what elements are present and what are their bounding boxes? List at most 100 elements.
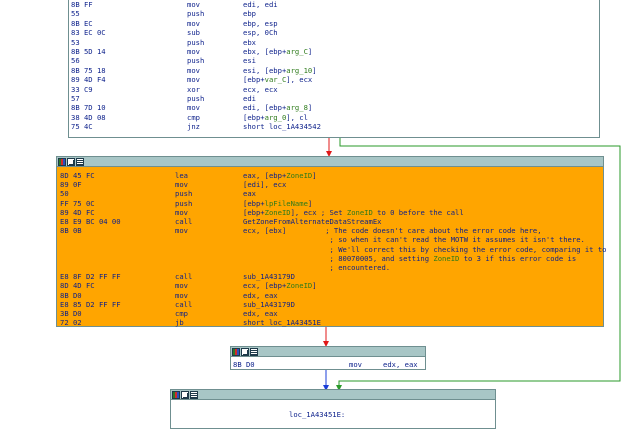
block-label[interactable]: loc_1A43451E: — [289, 410, 345, 419]
opcode-bytes: 56 — [71, 56, 80, 66]
operands: ; so when it can't read the MOTW it assu… — [243, 235, 585, 245]
instruction-row[interactable]: 89 4D FC mov [ebp+ZoneID], ecx ; Set ZoneI… — [57, 208, 603, 217]
instruction-row[interactable]: ; so when it can't read the MOTW it assu… — [57, 235, 603, 244]
instruction-row[interactable]: 8D 4D FC mov ecx, [ebp+ZoneID] — [57, 281, 603, 290]
code-block-entry[interactable]: 8B FF mov edi, edi 55 push ebp 8B EC mov ebp, es… — [68, 0, 600, 138]
instruction-row[interactable]: 8B 75 18 mov esi, [ebp+arg_10] — [69, 66, 599, 75]
opcode-bytes: 33 C9 — [71, 84, 93, 94]
node-titlebar — [171, 390, 495, 400]
instruction-row[interactable]: 75 4C jnz short loc_1A434542 — [69, 122, 599, 131]
instruction-row[interactable]: E8 E9 BC 04 00 call GetZoneFromAlternateDa… — [57, 217, 603, 226]
opcode-bytes: FF 75 0C — [60, 198, 95, 208]
list-icon[interactable] — [76, 157, 84, 166]
instruction-row[interactable]: 72 02 jb short loc_1A43451E — [57, 318, 603, 327]
mnemonic: push — [187, 56, 205, 66]
opcode-bytes: 8B EC — [71, 18, 93, 28]
list-icon[interactable] — [190, 390, 198, 399]
opcode-bytes: 8B D0 — [60, 290, 82, 300]
instruction-row[interactable]: E8 85 D2 FF FF call sub_1A43179D — [57, 300, 603, 309]
opcode-bytes: 89 4D F4 — [71, 75, 106, 85]
instruction-row[interactable]: 53 push ebx — [69, 38, 599, 47]
graph-icon[interactable] — [181, 390, 189, 399]
instruction-row[interactable]: 8B 7D 10 mov edi, [ebp+arg_8] — [69, 103, 599, 112]
list-icon[interactable] — [250, 347, 258, 356]
opcode-bytes: 8B 7D 10 — [71, 103, 106, 113]
color-icon[interactable] — [58, 157, 66, 166]
opcode-bytes: 75 4C — [71, 122, 93, 132]
instruction-row[interactable]: ; We'll correct this by checking the err… — [57, 245, 607, 254]
operands: esi, [ebp+arg_10] — [243, 65, 317, 75]
instruction-row[interactable]: 33 C9 xor ecx, ecx — [69, 85, 599, 94]
instruction-row[interactable]: 38 4D 08 cmp [ebp+arg_0], cl — [69, 113, 599, 122]
opcode-bytes: 89 4D FC — [60, 207, 95, 217]
instruction-row[interactable]: FF 75 0C push [ebp+lpFileName] — [57, 199, 603, 208]
instruction-row[interactable]: 8B D0 mov edx, eax — [231, 360, 425, 369]
opcode-bytes: 8B 5D 14 — [71, 47, 106, 56]
instruction-row[interactable]: ; encountered. — [57, 263, 603, 272]
operands: eax — [243, 189, 256, 199]
operands: sub_1A43179D — [243, 272, 295, 282]
graph-icon[interactable] — [241, 347, 249, 356]
mnemonic: call — [175, 272, 193, 282]
operands: ebp, esp — [243, 18, 278, 28]
mnemonic: mov — [187, 0, 200, 9]
opcode-bytes: 8D 4D FC — [60, 281, 95, 291]
mnemonic: mov — [187, 18, 200, 28]
operands: ; We'll correct this by checking the err… — [243, 244, 607, 254]
instruction-row[interactable]: 8B 5D 14 mov ebx, [ebp+arg_C] — [69, 47, 599, 56]
instruction-row[interactable]: 83 EC 0C sub esp, 0Ch — [69, 28, 599, 37]
operands: sub_1A43179D — [243, 299, 295, 309]
instruction-row[interactable]: 56 push esi — [69, 56, 599, 65]
opcode-bytes: 3B D0 — [60, 309, 82, 318]
instruction-row[interactable]: 57 push edi — [69, 94, 599, 103]
operands: esp, 0Ch — [243, 28, 278, 38]
opcode-bytes: E8 E9 BC 04 00 — [60, 217, 121, 226]
mnemonic: lea — [175, 171, 188, 180]
opcode-bytes: 50 — [60, 189, 69, 199]
operands: ; 80070005, and setting ZoneID to 3 if t… — [243, 253, 577, 263]
instruction-row[interactable]: 50 push eax — [57, 189, 603, 198]
operands: ebp — [243, 9, 256, 19]
mnemonic: mov — [175, 226, 188, 236]
operands: ecx, [ebx] ; The code doesn't care about… — [243, 226, 542, 236]
opcode-bytes: 83 EC 0C — [71, 28, 106, 38]
operands: [ebp+arg_0], cl — [243, 112, 308, 122]
mnemonic: push — [187, 94, 205, 103]
instruction-row[interactable]: E8 8F D2 FF FF call sub_1A43179D — [57, 272, 603, 281]
operands: esi — [243, 56, 256, 66]
mnemonic: push — [175, 198, 193, 208]
graph-icon[interactable] — [67, 157, 75, 166]
operands: edi, [ebp+arg_8] — [243, 103, 313, 113]
operands: ecx, [ebp+ZoneID] — [243, 281, 317, 291]
opcode-bytes: 8B 0B — [60, 226, 82, 236]
opcode-bytes: 53 — [71, 37, 80, 47]
code-block-highlighted[interactable]: 8D 45 FC lea eax, [ebp+ZoneID] 89 0F mov [edi… — [56, 156, 607, 327]
instruction-row[interactable]: ; 80070005, and setting ZoneID to 3 if t… — [57, 254, 603, 263]
opcode-bytes: 8B D0 — [233, 360, 255, 369]
instruction-row[interactable]: 3B D0 cmp edx, eax — [57, 309, 603, 318]
code-block-target[interactable]: loc_1A43451E: — [170, 389, 496, 429]
instruction-row[interactable]: 55 push ebp — [69, 9, 599, 18]
node-titlebar — [57, 157, 603, 167]
instruction-row[interactable]: 8D 45 FC lea eax, [ebp+ZoneID] — [57, 171, 603, 180]
instruction-row[interactable]: 89 4D F4 mov [ebp+var_C], ecx — [69, 75, 599, 84]
opcode-bytes: 8D 45 FC — [60, 171, 95, 180]
mnemonic: call — [175, 217, 193, 226]
instruction-row[interactable]: 89 0F mov [edi], ecx — [57, 180, 603, 189]
color-icon[interactable] — [172, 390, 180, 399]
opcode-bytes: 8B 75 18 — [71, 65, 106, 75]
code-block-small[interactable]: 8B D0 mov edx, eax — [230, 346, 426, 370]
operands: edi, edi — [243, 0, 278, 9]
instruction-row[interactable]: 8B 0B mov ecx, [ebx] ; The code doesn't ca… — [57, 226, 603, 235]
opcode-bytes: 38 4D 08 — [71, 112, 106, 122]
instruction-row[interactable]: 8B EC mov ebp, esp — [69, 19, 599, 28]
mnemonic: mov — [187, 65, 200, 75]
opcode-bytes: 57 — [71, 94, 80, 103]
mnemonic: push — [187, 37, 205, 47]
mnemonic: xor — [187, 84, 200, 94]
mnemonic: sub — [187, 28, 200, 38]
instruction-row[interactable]: 8B D0 mov edx, eax — [57, 291, 603, 300]
operands: [ebp+ZoneID], ecx ; Set ZoneID to 0 befo… — [243, 207, 464, 217]
color-icon[interactable] — [232, 347, 240, 356]
instruction-row[interactable]: 8B FF mov edi, edi — [69, 0, 599, 9]
